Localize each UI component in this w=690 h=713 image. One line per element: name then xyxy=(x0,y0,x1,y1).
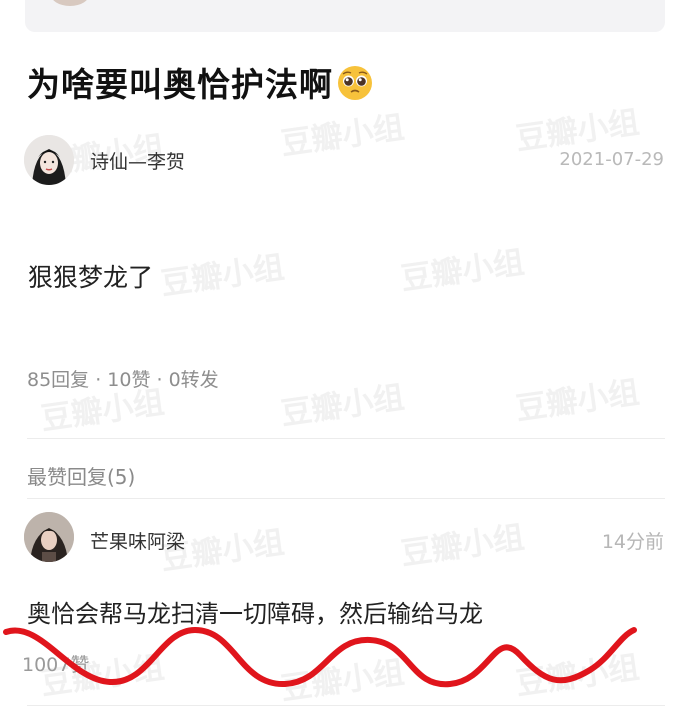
watermark: 豆瓣小组 xyxy=(278,379,407,433)
reply-time: 14分前 xyxy=(601,531,664,553)
reply-author-avatar[interactable] xyxy=(24,512,74,562)
post-title-text: 为啥要叫奥恰护法啊 xyxy=(27,65,333,104)
watermark: 豆瓣小组 xyxy=(513,649,642,703)
watermark: 豆瓣小组 xyxy=(513,374,642,428)
watermark: 豆瓣小组 xyxy=(278,654,407,708)
post-stats: 85回复 · 10赞 · 0转发 xyxy=(27,369,219,391)
previous-post-text: ·· ··· · ·· · · xyxy=(100,0,176,7)
watermark: 豆瓣小组 xyxy=(398,244,527,298)
author-avatar[interactable] xyxy=(24,135,74,185)
divider xyxy=(27,498,665,499)
top-replies-heading[interactable]: 最赞回复(5) xyxy=(27,461,135,490)
pleading-face-icon xyxy=(338,66,372,100)
scribble-stroke xyxy=(3,627,637,688)
reply-likes[interactable]: 1007赞 xyxy=(22,650,89,677)
reply-author-name[interactable]: 芒果味阿梁 xyxy=(90,527,185,554)
author-name[interactable]: 诗仙—李贺 xyxy=(90,147,185,174)
post-title: 为啥要叫奥恰护法啊 xyxy=(27,58,373,106)
post-body: 狠狠梦龙了 xyxy=(28,263,154,292)
watermark: 豆瓣小组 xyxy=(278,109,407,163)
divider xyxy=(27,438,665,439)
divider xyxy=(27,705,665,706)
reply-text: 奥恰会帮马龙扫清一切障碍，然后输给马龙 xyxy=(27,600,483,628)
watermark: 豆瓣小组 xyxy=(158,249,287,303)
post-date: 2021-07-29 xyxy=(559,149,664,170)
watermark: 豆瓣小组 xyxy=(398,519,527,573)
